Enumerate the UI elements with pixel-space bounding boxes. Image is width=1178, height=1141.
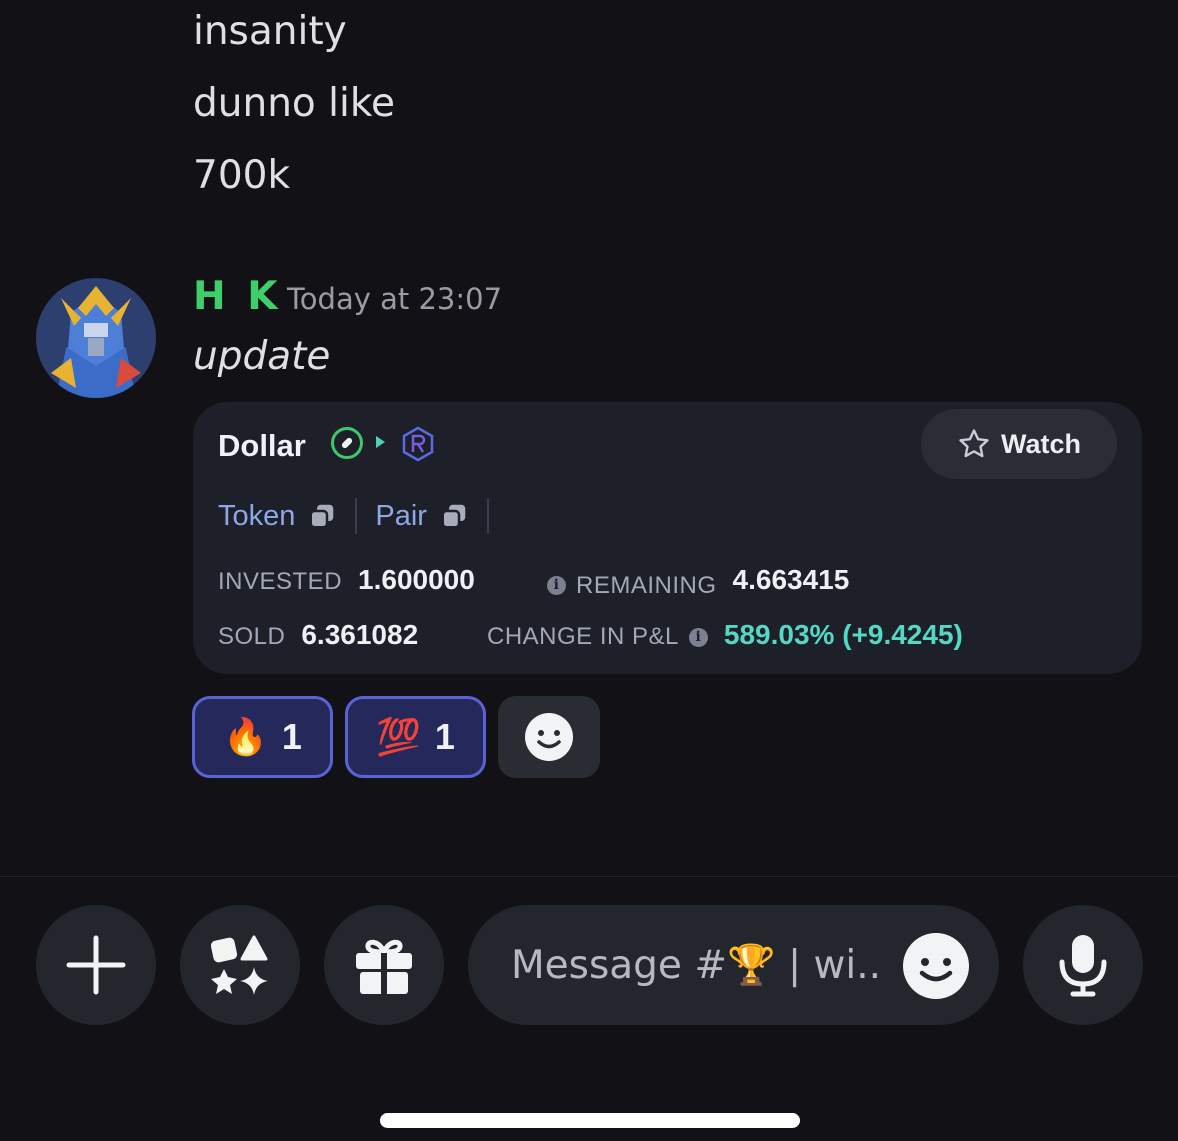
reaction-hundred[interactable]: 💯 1 bbox=[345, 696, 486, 778]
play-icon bbox=[376, 436, 385, 448]
invested-stat: INVESTED 1.600000 bbox=[218, 564, 475, 596]
composer-divider bbox=[0, 876, 1178, 877]
fire-emoji: 🔥 bbox=[223, 716, 268, 757]
message-placeholder: Message #🏆 | wi.. bbox=[511, 943, 882, 988]
message-line: insanity bbox=[193, 9, 347, 54]
message-input[interactable]: Message #🏆 | wi.. bbox=[468, 905, 999, 1025]
microphone-icon bbox=[1059, 935, 1107, 997]
sold-value: 6.361082 bbox=[301, 619, 419, 650]
token-name: Dollar bbox=[218, 428, 306, 463]
remaining-value: 4.663415 bbox=[732, 564, 850, 595]
plus-icon bbox=[66, 935, 126, 995]
attach-button[interactable] bbox=[36, 905, 156, 1025]
pill-badge-icon bbox=[331, 427, 363, 459]
message-text: update bbox=[193, 334, 331, 379]
apps-icon bbox=[210, 935, 268, 995]
timestamp: Today at 23:07 bbox=[287, 282, 503, 316]
token-link-label: Token bbox=[218, 499, 296, 532]
pnl-stat: CHANGE IN P&L i 589.03% (+9.4245) bbox=[487, 619, 963, 651]
smiley-icon bbox=[919, 958, 953, 982]
info-icon[interactable]: i bbox=[688, 627, 708, 647]
watch-label: Watch bbox=[1001, 428, 1081, 459]
info-icon[interactable]: i bbox=[547, 576, 566, 595]
avatar[interactable] bbox=[36, 278, 156, 398]
emoji-button[interactable] bbox=[903, 933, 969, 999]
pair-link-label: Pair bbox=[375, 499, 427, 532]
reaction-count: 1 bbox=[281, 716, 302, 757]
message-line: dunno like bbox=[193, 81, 396, 126]
add-reaction-button[interactable] bbox=[498, 696, 600, 778]
gift-icon bbox=[356, 939, 412, 994]
smiley-icon bbox=[525, 713, 573, 761]
divider bbox=[355, 498, 358, 534]
username[interactable]: H K bbox=[193, 275, 281, 319]
apps-button[interactable] bbox=[180, 905, 300, 1025]
copy-icon[interactable] bbox=[439, 501, 469, 531]
sold-label: SOLD bbox=[218, 623, 286, 650]
gift-button[interactable] bbox=[324, 905, 444, 1025]
home-indicator[interactable] bbox=[380, 1113, 800, 1128]
invested-label: INVESTED bbox=[218, 568, 343, 595]
remaining-label: REMAINING bbox=[576, 571, 717, 599]
pnl-label: CHANGE IN P&L bbox=[487, 623, 679, 650]
reaction-fire[interactable]: 🔥 1 bbox=[192, 696, 333, 778]
remaining-stat: i REMAINING 4.663415 bbox=[547, 564, 849, 600]
divider bbox=[486, 498, 489, 534]
star-icon bbox=[959, 429, 989, 458]
copy-icon[interactable] bbox=[307, 501, 337, 531]
raydium-icon bbox=[401, 426, 435, 466]
trade-embed-card: Dollar Watch Token Pair INVESTED 1.60000… bbox=[193, 402, 1142, 674]
chat-screen: insanity dunno like 700k H K Today at 23… bbox=[0, 0, 1178, 1141]
voice-button[interactable] bbox=[1023, 905, 1143, 1025]
pnl-value: 589.03% (+9.4245) bbox=[723, 619, 963, 650]
sold-stat: SOLD 6.361082 bbox=[218, 619, 418, 651]
reaction-count: 1 bbox=[434, 716, 455, 757]
message-line: 700k bbox=[193, 153, 291, 198]
pair-link[interactable]: Pair bbox=[375, 500, 469, 533]
hundred-emoji: 💯 bbox=[376, 716, 421, 757]
link-row: Token Pair bbox=[218, 496, 507, 536]
invested-value: 1.600000 bbox=[358, 564, 475, 595]
watch-button[interactable]: Watch bbox=[921, 409, 1117, 479]
token-link[interactable]: Token bbox=[218, 500, 337, 533]
